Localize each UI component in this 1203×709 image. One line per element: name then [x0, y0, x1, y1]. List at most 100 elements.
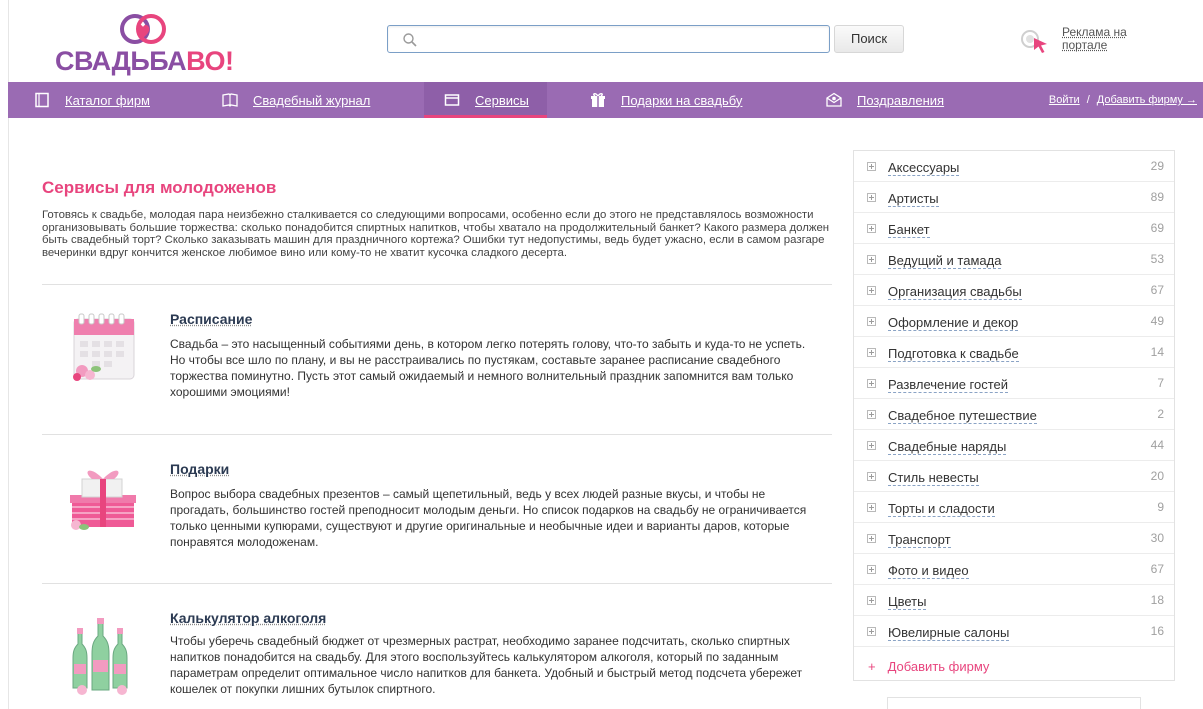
category-count: 29 — [1150, 159, 1164, 173]
service-gifts: Подарки Вопрос выбора свадебных презенто… — [42, 445, 832, 585]
search-input[interactable] — [424, 29, 824, 49]
nav-item-greetings[interactable]: Поздравления — [826, 82, 944, 118]
category-name[interactable]: Торты и сладости — [888, 502, 995, 517]
expand-icon[interactable] — [867, 317, 876, 326]
service-title-link[interactable]: Калькулятор алкоголя — [170, 610, 326, 626]
category-name[interactable]: Ведущий и тамада — [888, 254, 1002, 269]
category-name[interactable]: Артисты — [888, 192, 939, 207]
category-item[interactable]: Свадебное путешествие 2 — [854, 399, 1174, 430]
category-count: 89 — [1150, 190, 1164, 204]
category-count: 20 — [1150, 469, 1164, 483]
logo-wordmark: СВАДЬБАВО! — [55, 46, 234, 76]
expand-icon[interactable] — [867, 348, 876, 357]
nav-item-label: Поздравления — [857, 92, 945, 108]
category-item[interactable]: Торты и сладости 9 — [854, 492, 1174, 523]
category-count: 14 — [1150, 345, 1164, 359]
service-title-link[interactable]: Расписание — [170, 311, 252, 327]
search-box[interactable] — [387, 25, 830, 53]
gift-icon — [591, 93, 605, 107]
category-name[interactable]: Стиль невесты — [888, 471, 979, 486]
add-firm-link[interactable]: Добавить фирму → — [1097, 94, 1197, 106]
book-icon — [222, 93, 238, 107]
expand-icon[interactable] — [867, 162, 876, 171]
cursor-click-icon — [1021, 30, 1047, 53]
advertising-link[interactable]: Реклама на портале — [1020, 26, 1190, 60]
category-name[interactable]: Оформление и декор — [888, 316, 1019, 331]
sidebar-add-firm-label[interactable]: Добавить фирму — [888, 659, 990, 674]
category-item[interactable]: Фото и видео 67 — [854, 554, 1174, 585]
service-title-link[interactable]: Подарки — [170, 461, 229, 477]
nav-item-services[interactable]: Сервисы — [424, 82, 547, 118]
service-description: Свадьба – это насыщенный событиями день,… — [170, 337, 806, 399]
category-item[interactable]: Развлечение гостей 7 — [854, 368, 1174, 399]
bottles-icon — [72, 618, 128, 695]
divider — [42, 434, 832, 435]
search-icon — [403, 33, 417, 47]
category-item[interactable]: Ведущий и тамада 53 — [854, 244, 1174, 275]
sidebar-bottom-widget — [887, 697, 1141, 709]
category-count: 67 — [1150, 562, 1164, 576]
auth-separator: / — [1086, 94, 1090, 106]
gift-box-icon — [70, 470, 136, 530]
category-name[interactable]: Ювелирные салоны — [888, 626, 1010, 641]
category-item[interactable]: Цветы 18 — [854, 585, 1174, 616]
expand-icon[interactable] — [867, 286, 876, 295]
search-button[interactable]: Поиск — [834, 25, 904, 53]
category-name[interactable]: Свадебное путешествие — [888, 409, 1037, 424]
expand-icon[interactable] — [867, 565, 876, 574]
category-name[interactable]: Подготовка к свадьбе — [888, 347, 1019, 362]
expand-icon[interactable] — [867, 255, 876, 264]
category-item[interactable]: Банкет 69 — [854, 213, 1174, 244]
expand-icon[interactable] — [867, 472, 876, 481]
category-name[interactable]: Развлечение гостей — [888, 378, 1009, 393]
expand-icon[interactable] — [867, 441, 876, 450]
envelope-icon — [826, 92, 842, 107]
category-item[interactable]: Транспорт 30 — [854, 523, 1174, 554]
services-icon — [444, 94, 460, 106]
category-count: 9 — [1157, 500, 1164, 514]
category-item[interactable]: Артисты 89 — [854, 182, 1174, 213]
service-description: Вопрос выбора свадебных презентов – самы… — [170, 487, 807, 549]
category-name[interactable]: Банкет — [888, 223, 930, 238]
category-item[interactable]: Оформление и декор 49 — [854, 306, 1174, 337]
plus-icon: + — [868, 659, 876, 674]
category-item[interactable]: Аксессуары 29 — [854, 151, 1174, 182]
expand-icon[interactable] — [867, 627, 876, 636]
nav-item-gifts[interactable]: Подарки на свадьбу — [590, 82, 742, 118]
expand-icon[interactable] — [867, 534, 876, 543]
calendar-icon — [73, 313, 135, 381]
category-name[interactable]: Фото и видео — [888, 564, 969, 579]
catalog-icon — [35, 92, 49, 108]
logo-rings-icon — [120, 14, 166, 44]
category-name[interactable]: Цветы — [888, 595, 927, 610]
category-count: 67 — [1150, 283, 1164, 297]
expand-icon[interactable] — [867, 503, 876, 512]
nav-item-catalog[interactable]: Каталог фирм — [34, 82, 150, 118]
category-name[interactable]: Организация свадьбы — [888, 285, 1022, 300]
category-count: 7 — [1157, 376, 1164, 390]
category-item[interactable]: Стиль невесты 20 — [854, 461, 1174, 492]
category-name[interactable]: Аксессуары — [888, 161, 960, 176]
category-count: 18 — [1150, 593, 1164, 607]
expand-icon[interactable] — [867, 224, 876, 233]
category-name[interactable]: Свадебные наряды — [888, 440, 1007, 455]
site-logo[interactable]: СВАДЬБАВО! — [55, 12, 255, 78]
category-name[interactable]: Транспорт — [888, 533, 951, 548]
category-item[interactable]: Организация свадьбы 67 — [854, 275, 1174, 306]
main-navigation: Каталог фирм Свадебный журнал Сервисы По… — [8, 82, 1203, 118]
category-item[interactable]: Ювелирные салоны 16 — [854, 616, 1174, 647]
nav-item-journal[interactable]: Свадебный журнал — [222, 82, 370, 118]
page-title: Сервисы для молодоженов — [42, 178, 277, 197]
sidebar-add-firm-link[interactable]: + Добавить фирму — [868, 659, 989, 674]
expand-icon[interactable] — [867, 379, 876, 388]
category-item[interactable]: Свадебные наряды 44 — [854, 430, 1174, 461]
expand-icon[interactable] — [867, 193, 876, 202]
advertising-link-label[interactable]: Реклама на портале — [1062, 26, 1162, 52]
service-schedule: Расписание Свадьба – это насыщенный собы… — [42, 295, 832, 435]
login-link[interactable]: Войти — [1049, 94, 1080, 106]
expand-icon[interactable] — [867, 596, 876, 605]
expand-icon[interactable] — [867, 410, 876, 419]
nav-item-label: Сервисы — [475, 92, 529, 108]
category-item[interactable]: Подготовка к свадьбе 14 — [854, 337, 1174, 368]
divider — [42, 284, 832, 285]
